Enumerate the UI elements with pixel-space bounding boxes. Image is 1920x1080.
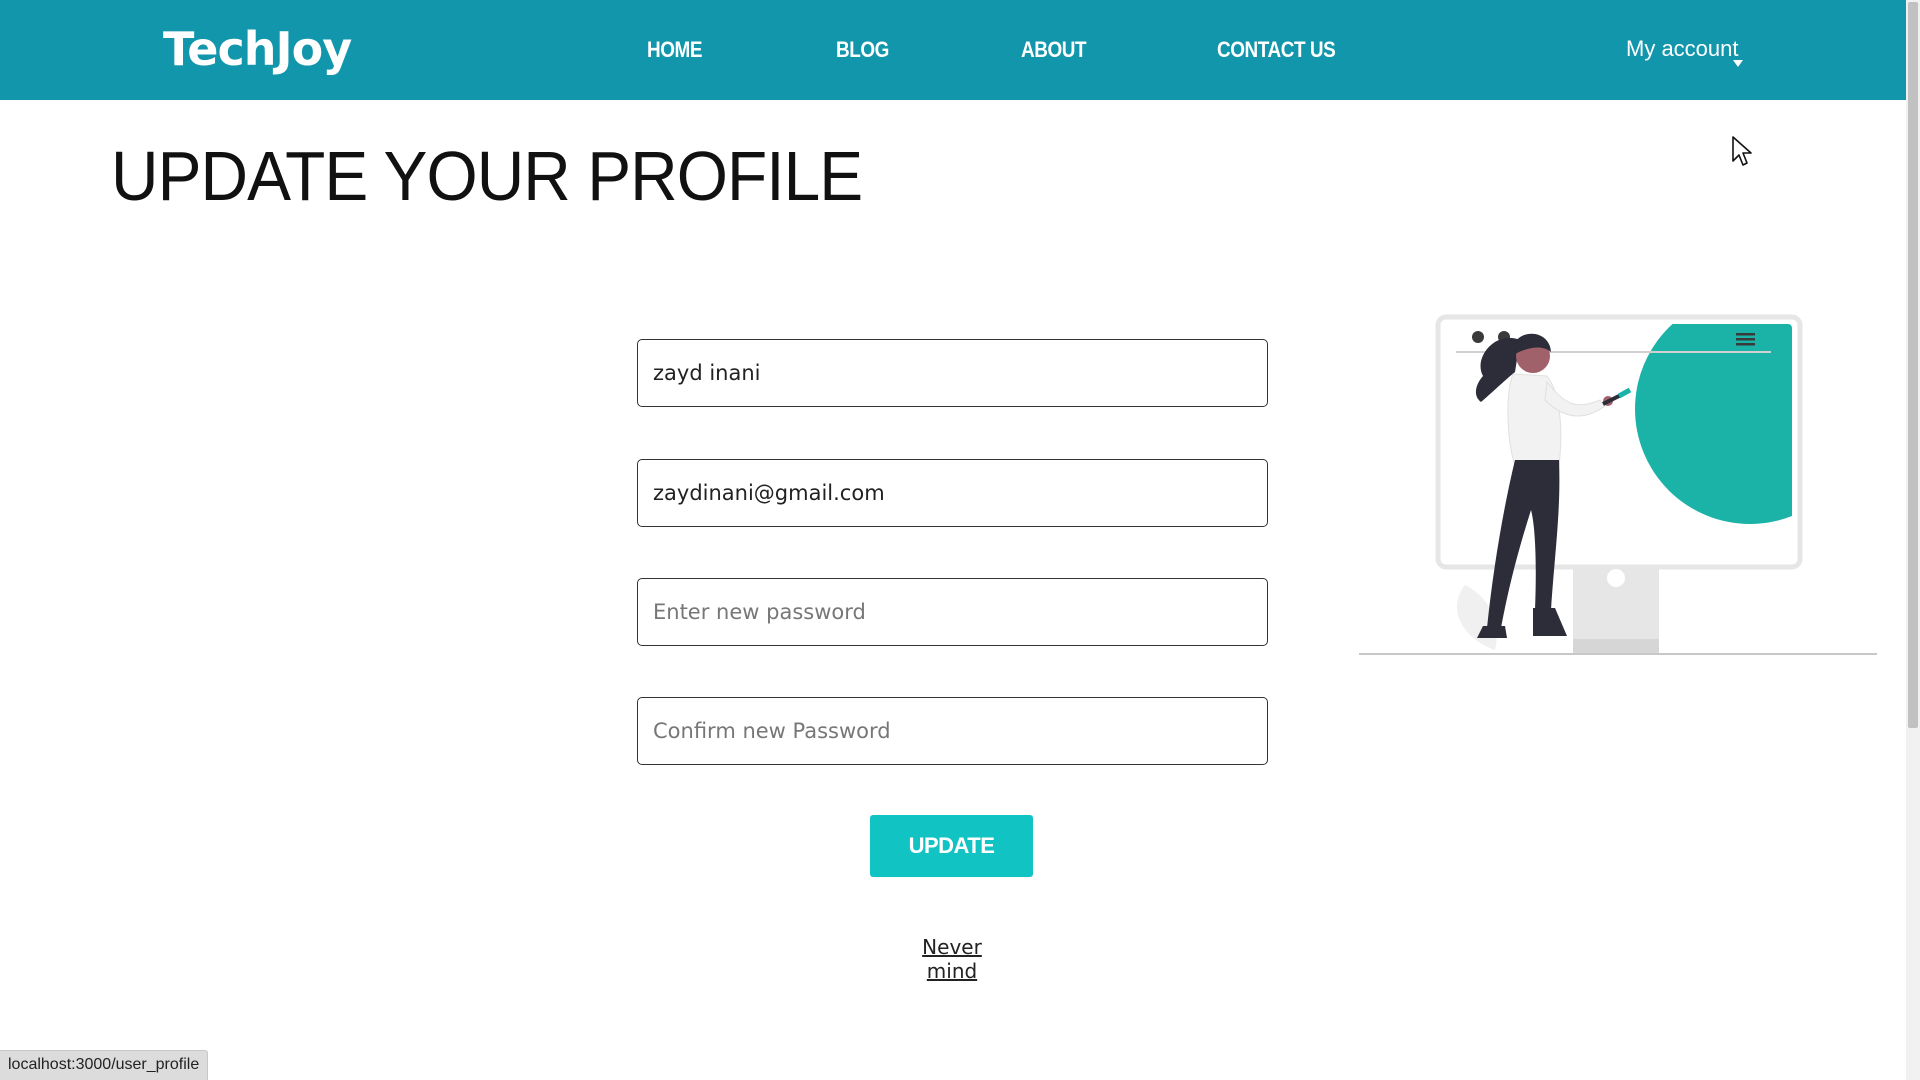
nav-about-link[interactable]: ABOUT [1021,37,1087,63]
never-mind-link[interactable]: Never mind [898,935,1006,983]
scrollbar-thumb[interactable] [1908,2,1918,728]
page-title: UPDATE YOUR PROFILE [111,137,863,215]
update-button[interactable]: UPDATE [870,815,1033,877]
email-input[interactable] [637,459,1268,527]
nav-home-link[interactable]: HOME [647,37,702,63]
my-account-menu[interactable]: My account [1626,36,1743,67]
nav-blog-link[interactable]: BLOG [836,37,889,63]
my-account-label: My account [1626,36,1739,61]
name-input[interactable] [637,339,1268,407]
logo[interactable]: TechJoy [163,22,352,76]
new-password-input[interactable] [637,578,1268,646]
profile-illustration [1359,314,1877,655]
nav-contact-link[interactable]: CONTACT US [1217,37,1336,63]
hamburger-menu-icon [1736,333,1755,346]
caret-down-icon [1733,60,1743,67]
confirm-password-input[interactable] [637,697,1268,765]
navbar: TechJoy HOME BLOG ABOUT CONTACT US My ac… [0,0,1906,100]
mouse-pointer-icon [1732,136,1752,166]
scrollbar[interactable] [1906,0,1920,1080]
status-bar-url: localhost:3000/user_profile [0,1050,209,1080]
